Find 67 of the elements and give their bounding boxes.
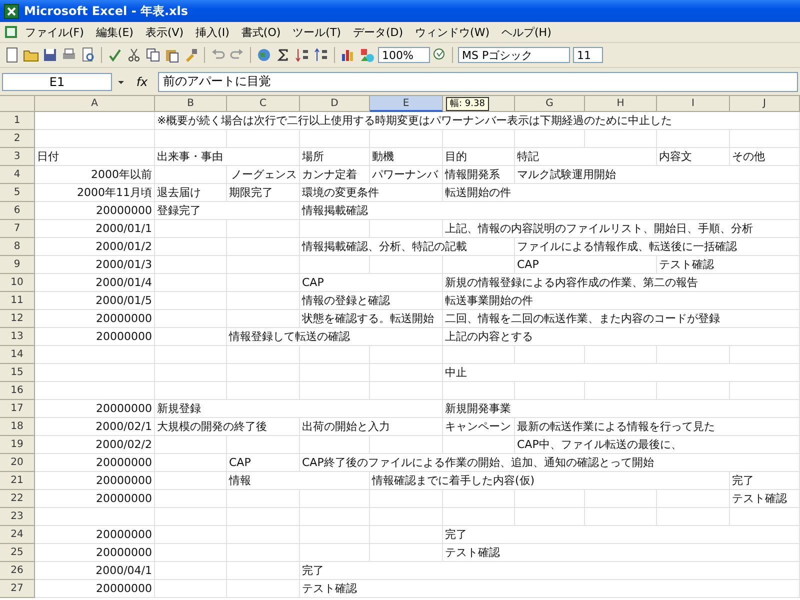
- font-size-dropdown[interactable]: 11: [573, 47, 603, 63]
- menu-item[interactable]: データ(D): [348, 24, 408, 40]
- row-header[interactable]: 6: [0, 202, 35, 220]
- menu-item[interactable]: ウィンドウ(W): [410, 24, 494, 40]
- menu-item[interactable]: 挿入(I): [190, 24, 234, 40]
- font-dropdown[interactable]: MS Pゴシック: [458, 47, 570, 63]
- app-icon[interactable]: [4, 4, 19, 18]
- menu-item[interactable]: 表示(V): [140, 24, 189, 40]
- row-header[interactable]: 20: [0, 454, 35, 472]
- preview-icon[interactable]: [80, 47, 96, 63]
- column-header[interactable]: D: [300, 96, 370, 112]
- formula-field[interactable]: 前のアパートに目覚: [158, 72, 798, 92]
- column-header[interactable]: E: [370, 96, 443, 112]
- row-header[interactable]: 12: [0, 310, 35, 328]
- row-header[interactable]: 13: [0, 328, 35, 346]
- tooltip: 幅: 9.38: [446, 97, 489, 111]
- row-header[interactable]: 22: [0, 490, 35, 508]
- row-header[interactable]: 2: [0, 130, 35, 148]
- sort-ascending-icon[interactable]: [294, 47, 310, 63]
- menu-item[interactable]: ツール(T): [288, 24, 346, 40]
- spelling-icon[interactable]: [107, 47, 123, 63]
- row-header[interactable]: 10: [0, 274, 35, 292]
- column-header[interactable]: C: [227, 96, 300, 112]
- row-header[interactable]: 26: [0, 562, 35, 580]
- column-header[interactable]: I: [657, 96, 730, 112]
- row-header[interactable]: 21: [0, 472, 35, 490]
- row-header[interactable]: 19: [0, 436, 35, 454]
- menu-item[interactable]: 書式(O): [236, 24, 286, 40]
- row-header[interactable]: 11: [0, 292, 35, 310]
- row-header[interactable]: 14: [0, 346, 35, 364]
- new-document-icon[interactable]: [4, 47, 20, 63]
- row-header[interactable]: 3: [0, 148, 35, 166]
- row-header[interactable]: 23: [0, 508, 35, 526]
- save-icon[interactable]: [42, 47, 58, 63]
- column-header[interactable]: A: [35, 96, 155, 112]
- column-header[interactable]: J: [730, 96, 800, 112]
- row-header[interactable]: 16: [0, 382, 35, 400]
- sum-icon[interactable]: [275, 47, 291, 63]
- row-header[interactable]: 7: [0, 220, 35, 238]
- chart-icon[interactable]: [340, 47, 356, 63]
- row-header[interactable]: 18: [0, 418, 35, 436]
- cut-icon[interactable]: [126, 47, 142, 63]
- menu-item[interactable]: ファイル(F): [20, 24, 89, 40]
- window-title: Microsoft Excel - 年表.xls: [24, 2, 188, 20]
- zoom-dropdown[interactable]: 100%: [378, 47, 430, 63]
- row-header[interactable]: 1: [0, 112, 35, 130]
- sort-descending-icon[interactable]: [313, 47, 329, 63]
- row-header[interactable]: 27: [0, 580, 35, 598]
- drawing-icon[interactable]: [359, 47, 375, 63]
- row-header[interactable]: 5: [0, 184, 35, 202]
- copy-icon[interactable]: [145, 47, 161, 63]
- row-header[interactable]: 17: [0, 400, 35, 418]
- document-icon[interactable]: [4, 25, 18, 39]
- function-button[interactable]: fx: [130, 74, 154, 88]
- column-header[interactable]: B: [155, 96, 227, 112]
- row-header[interactable]: 4: [0, 166, 35, 184]
- row-header[interactable]: 24: [0, 526, 35, 544]
- paste-icon[interactable]: [164, 47, 180, 63]
- column-header[interactable]: G: [515, 96, 585, 112]
- menu-item[interactable]: ヘルプ(H): [496, 24, 556, 40]
- menu-item[interactable]: 編集(E): [90, 24, 138, 40]
- column-header[interactable]: H: [585, 96, 657, 112]
- name-box[interactable]: E1: [2, 72, 112, 90]
- row-header[interactable]: 15: [0, 364, 35, 382]
- row-header[interactable]: 8: [0, 238, 35, 256]
- row-header[interactable]: 9: [0, 256, 35, 274]
- row-header[interactable]: 25: [0, 544, 35, 562]
